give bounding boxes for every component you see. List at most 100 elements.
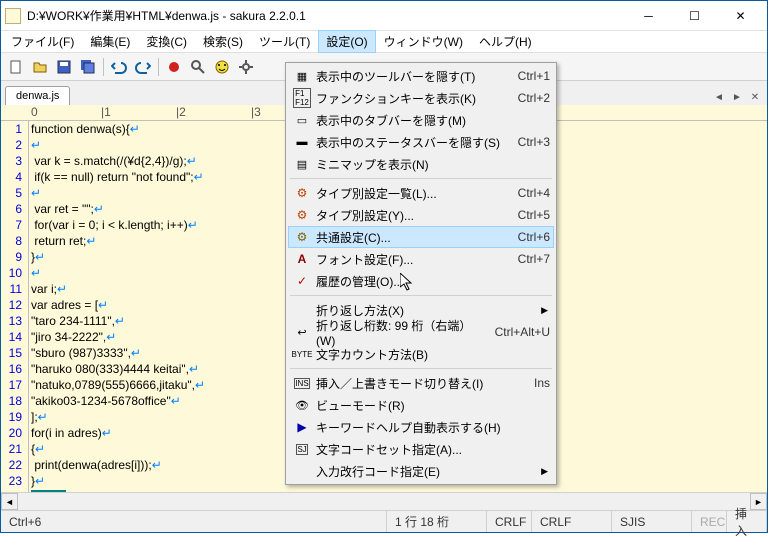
menu-item[interactable]: ▶キーワードヘルプ自動表示する(H): [288, 416, 554, 438]
maximize-button[interactable]: ☐: [672, 2, 717, 30]
minimap-icon: ▤: [292, 155, 312, 173]
type-icon: ⚙: [292, 206, 312, 224]
menu-item-label: ビューモード(R): [316, 397, 550, 414]
h-scrollbar[interactable]: ◄ ►: [1, 492, 767, 510]
menu-item-shortcut: Ctrl+5: [518, 208, 550, 222]
fk-icon: F1F12: [292, 89, 312, 107]
menu-item[interactable]: SJ文字コードセット指定(A)...: [288, 438, 554, 460]
tab-icon: ▭: [292, 111, 312, 129]
status-crlf1: CRLF: [487, 511, 532, 532]
submenu-arrow-icon: ▶: [541, 305, 548, 316]
open-button[interactable]: [29, 56, 51, 78]
menu-item-label: 文字コードセット指定(A)...: [316, 441, 550, 458]
menu-item-shortcut: Ins: [534, 376, 550, 390]
status-hint: Ctrl+6: [1, 511, 387, 532]
redo-button[interactable]: [132, 56, 154, 78]
menu-convert[interactable]: 変換(C): [138, 30, 195, 53]
menu-item[interactable]: ▬表示中のステータスバーを隠す(S) Ctrl+3: [288, 131, 554, 153]
menu-item[interactable]: ↩折り返し桁数: 99 桁（右端）(W)Ctrl+Alt+U: [288, 321, 554, 343]
tab-prev-button[interactable]: ◄: [711, 89, 727, 105]
status-icon: ▬: [292, 133, 312, 151]
menu-item-label: タイプ別設定(Y)...: [316, 207, 506, 224]
font-icon: A: [292, 250, 312, 268]
status-bar: Ctrl+6 1 行 18 桁 CRLF CRLF SJIS REC 挿入: [1, 510, 767, 532]
menu-item-label: フォント設定(F)...: [316, 251, 506, 268]
menu-item-label: タイプ別設定一覧(L)...: [316, 185, 506, 202]
menu-item[interactable]: ▭表示中のタブバーを隠す(M): [288, 109, 554, 131]
status-crlf2: CRLF: [532, 511, 612, 532]
status-encoding: SJIS: [612, 511, 692, 532]
menu-item-label: 挿入／上書きモード切り替え(I): [316, 375, 522, 392]
menu-item[interactable]: BYTE文字カウント方法(B): [288, 343, 554, 365]
menu-item-shortcut: Ctrl+7: [518, 252, 550, 266]
menu-item[interactable]: Aフォント設定(F)... Ctrl+7: [288, 248, 554, 270]
menu-item-shortcut: Ctrl+6: [518, 230, 550, 244]
menu-item[interactable]: 入力改行コード指定(E)▶: [288, 460, 554, 482]
app-icon: [5, 8, 21, 24]
submenu-arrow-icon: ▶: [541, 466, 548, 477]
close-button[interactable]: ✕: [718, 2, 763, 30]
menu-item-label: 履歴の管理(O)...: [316, 273, 550, 290]
file-tab[interactable]: denwa.js: [5, 86, 70, 105]
byte-icon: BYTE: [292, 345, 312, 363]
status-rec: REC: [692, 511, 727, 532]
menu-item-label: 共通設定(C)...: [316, 229, 506, 246]
blank-icon: [292, 462, 312, 480]
menu-item-label: 表示中のステータスバーを隠す(S): [316, 134, 506, 151]
menu-item-label: キーワードヘルプ自動表示する(H): [316, 419, 550, 436]
menu-item[interactable]: ▦表示中のツールバーを隠す(T)Ctrl+1: [288, 65, 554, 87]
menu-item-shortcut: Ctrl+Alt+U: [495, 325, 550, 339]
menu-item[interactable]: ⚙共通設定(C)... Ctrl+6: [288, 226, 554, 248]
menu-item[interactable]: INS挿入／上書きモード切り替え(I) Ins: [288, 372, 554, 394]
toolbar-icon: ▦: [292, 67, 312, 85]
view-icon: 👁: [292, 396, 312, 414]
scroll-track[interactable]: [18, 493, 750, 510]
blank-icon: [292, 301, 312, 319]
menu-file[interactable]: ファイル(F): [3, 30, 82, 53]
wrap-icon: ↩: [292, 323, 312, 341]
window-title: D:¥WORK¥作業用¥HTML¥denwa.js - sakura 2.2.0…: [27, 7, 626, 24]
menu-item-label: ファンクションキーを表示(K): [316, 90, 506, 107]
titlebar[interactable]: D:¥WORK¥作業用¥HTML¥denwa.js - sakura 2.2.0…: [1, 1, 767, 31]
history-icon: ✓: [292, 272, 312, 290]
menu-item[interactable]: 👁ビューモード(R): [288, 394, 554, 416]
status-position: 1 行 18 桁: [387, 511, 487, 532]
menu-item-label: 入力改行コード指定(E): [316, 463, 550, 480]
menu-edit[interactable]: 編集(E): [82, 30, 138, 53]
settings-button[interactable]: [235, 56, 257, 78]
scroll-left-button[interactable]: ◄: [1, 493, 18, 510]
undo-button[interactable]: [108, 56, 130, 78]
minimize-button[interactable]: ─: [626, 2, 671, 30]
menu-item-shortcut: Ctrl+3: [518, 135, 550, 149]
ins-icon: INS: [292, 374, 312, 392]
menu-item-label: 表示中のタブバーを隠す(M): [316, 112, 550, 129]
menu-item[interactable]: ⚙タイプ別設定(Y)... Ctrl+5: [288, 204, 554, 226]
new-file-button[interactable]: [5, 56, 27, 78]
common-icon: ⚙: [292, 228, 312, 246]
menu-item[interactable]: ⚙タイプ別設定一覧(L)... Ctrl+4: [288, 182, 554, 204]
typelist-icon: ⚙: [292, 184, 312, 202]
save-all-button[interactable]: [77, 56, 99, 78]
menu-item-label: 文字カウント方法(B): [316, 346, 550, 363]
menu-item[interactable]: ✓履歴の管理(O)...: [288, 270, 554, 292]
menu-item-shortcut: Ctrl+2: [518, 91, 550, 105]
menu-search[interactable]: 検索(S): [195, 30, 251, 53]
menu-window[interactable]: ウィンドウ(W): [376, 30, 471, 53]
menu-item-label: ミニマップを表示(N): [316, 156, 550, 173]
menu-item-shortcut: Ctrl+1: [518, 69, 550, 83]
save-button[interactable]: [53, 56, 75, 78]
menu-tool[interactable]: ツール(T): [251, 30, 318, 53]
status-insert: 挿入: [727, 511, 767, 532]
find-button[interactable]: [187, 56, 209, 78]
menu-item[interactable]: ▤ミニマップを表示(N): [288, 153, 554, 175]
line-gutter: 1234567891011121314151617181920212223: [1, 121, 29, 492]
face-button[interactable]: [211, 56, 233, 78]
tab-next-button[interactable]: ►: [729, 89, 745, 105]
record-button[interactable]: [163, 56, 185, 78]
menu-option[interactable]: 設定(O): [318, 30, 375, 53]
menu-item-shortcut: Ctrl+4: [518, 186, 550, 200]
menu-item[interactable]: F1F12ファンクションキーを表示(K) Ctrl+2: [288, 87, 554, 109]
tab-close-button[interactable]: ✕: [747, 89, 763, 105]
menu-help[interactable]: ヘルプ(H): [471, 30, 540, 53]
menubar: ファイル(F) 編集(E) 変換(C) 検索(S) ツール(T) 設定(O) ウ…: [1, 31, 767, 53]
